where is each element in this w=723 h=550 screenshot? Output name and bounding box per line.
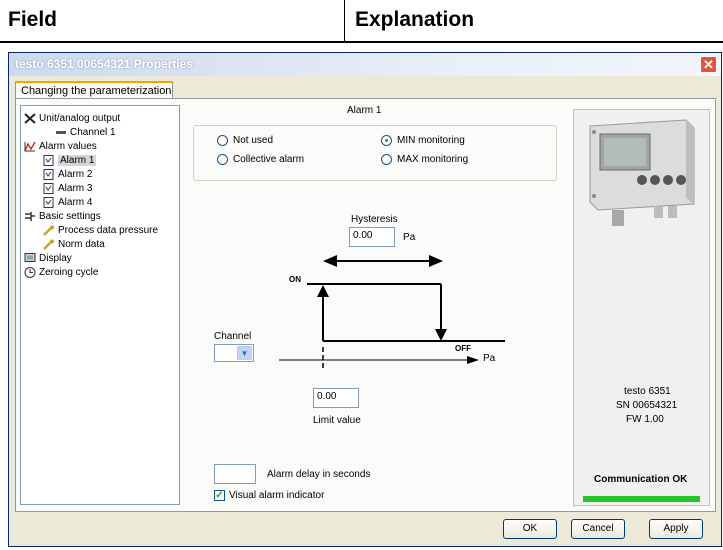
tree-item-channel1[interactable]: Channel 1 (55, 126, 116, 140)
tree-label: Alarm values (39, 141, 97, 152)
header-rule (0, 41, 723, 43)
ok-button[interactable]: OK (503, 519, 557, 539)
arrow-left (323, 255, 337, 267)
arrow-down (435, 329, 447, 341)
device-info-panel: testo 6351 SN 00654321 FW 1.00 Communica… (573, 109, 710, 506)
chevron-down-icon[interactable]: ▼ (237, 346, 252, 360)
hysteresis-unit: Pa (403, 232, 416, 243)
alarm-delay-label: Alarm delay in seconds (267, 469, 371, 480)
not-used-radio[interactable] (217, 135, 228, 146)
cancel-button[interactable]: Cancel (571, 519, 625, 539)
tools-icon (24, 113, 36, 124)
tree-label: Norm data (58, 239, 105, 250)
tree-label: Display (39, 253, 72, 264)
tree-label: Alarm 3 (58, 183, 93, 194)
tree-label: Unit/analog output (39, 113, 121, 124)
tree-label: Alarm 2 (58, 169, 93, 180)
tree-item-unit-output[interactable]: Unit/analog output (24, 112, 120, 126)
max-monitoring-radio[interactable] (381, 154, 392, 165)
tree-item-norm-data[interactable]: Norm data (43, 238, 105, 252)
connector-icon (56, 130, 66, 134)
monitor-icon (24, 252, 36, 262)
visual-alarm-checkbox[interactable]: ✓ (214, 490, 225, 501)
axis-unit-label: Pa (483, 353, 496, 364)
tab-panel: Unit/analog output Channel 1 Alarm value… (15, 98, 716, 512)
alarm-delay-input[interactable] (214, 464, 256, 484)
field-column-header: Field (8, 8, 58, 31)
tree-item-display[interactable]: Display (24, 252, 72, 266)
tree-item-process-data[interactable]: Process data pressure (43, 224, 158, 238)
collective-alarm-label: Collective alarm (233, 154, 305, 165)
apply-button[interactable]: Apply (649, 519, 703, 539)
tree-item-alarm2[interactable]: Alarm 2 (43, 168, 92, 182)
document-icon (43, 182, 54, 194)
status-bar (583, 496, 700, 502)
device-image (589, 119, 695, 226)
arrow-right (429, 255, 443, 267)
visual-alarm-label: Visual alarm indicator (229, 490, 325, 501)
chart-icon (24, 141, 36, 152)
tree-label: Process data pressure (58, 225, 159, 236)
max-monitoring-label: MAX monitoring (397, 154, 469, 165)
min-monitoring-label: MIN monitoring (397, 135, 465, 146)
doc-header-table: Field Explanation (0, 0, 723, 46)
on-label: ON (289, 275, 301, 284)
document-icon (43, 154, 54, 166)
arrow-up (317, 285, 329, 297)
device-model: testo 6351 (624, 386, 671, 397)
min-monitoring-radio[interactable] (381, 135, 392, 146)
device-serial: SN 00654321 (616, 400, 678, 411)
explanation-column-header: Explanation (344, 0, 723, 41)
not-used-label: Not used (233, 135, 274, 146)
plug-icon (25, 211, 35, 221)
tree-label: Basic settings (39, 211, 101, 222)
alarm-config-area: Alarm 1 Not used Collective alarm MIN mo… (185, 99, 565, 513)
tree-item-alarm4[interactable]: Alarm 4 (43, 196, 92, 210)
title-bar[interactable]: testo 6351 00654321 Properties ✕ (9, 53, 721, 76)
tab-changing-parameterization[interactable]: Changing the parameterization (15, 81, 173, 99)
limit-value-label: Limit value (313, 415, 361, 426)
wrench-icon (43, 225, 54, 236)
properties-dialog: testo 6351 00654321 Properties ✕ Changin… (8, 52, 722, 547)
alarm-heading: Alarm 1 (347, 105, 382, 116)
clock-icon (24, 266, 36, 278)
collective-alarm-radio[interactable] (217, 154, 228, 165)
tree-item-alarm1[interactable]: Alarm 1 (43, 154, 97, 168)
tree-label: Zeroing cycle (39, 267, 99, 278)
tree-item-alarm3[interactable]: Alarm 3 (43, 182, 92, 196)
tree-label: Alarm 4 (58, 197, 93, 208)
device-firmware: FW 1.00 (626, 414, 664, 425)
tree-label: Channel 1 (70, 127, 116, 138)
limit-value-input[interactable]: 0.00 (313, 388, 359, 408)
channel-label: Channel (214, 331, 252, 342)
tree-item-alarm-values[interactable]: Alarm values (24, 140, 97, 154)
settings-tree: Unit/analog output Channel 1 Alarm value… (20, 105, 180, 505)
tree-item-basic-settings[interactable]: Basic settings (24, 210, 101, 224)
tree-item-zeroing[interactable]: Zeroing cycle (24, 266, 98, 280)
hysteresis-input[interactable]: 0.00 (349, 227, 395, 247)
alarm-mode-group (193, 125, 557, 181)
axis-arrow (467, 356, 479, 364)
channel-select[interactable]: ▼ (214, 344, 254, 362)
hysteresis-label: Hysteresis (351, 214, 398, 225)
tree-label: Alarm 1 (58, 155, 97, 166)
document-icon (43, 168, 54, 180)
document-icon (43, 196, 54, 208)
off-label: OFF (455, 344, 471, 353)
wrench-icon (43, 239, 54, 250)
close-button[interactable]: ✕ (700, 56, 717, 73)
window-title: testo 6351 00654321 Properties (15, 57, 194, 71)
communication-status: Communication OK (594, 474, 688, 485)
